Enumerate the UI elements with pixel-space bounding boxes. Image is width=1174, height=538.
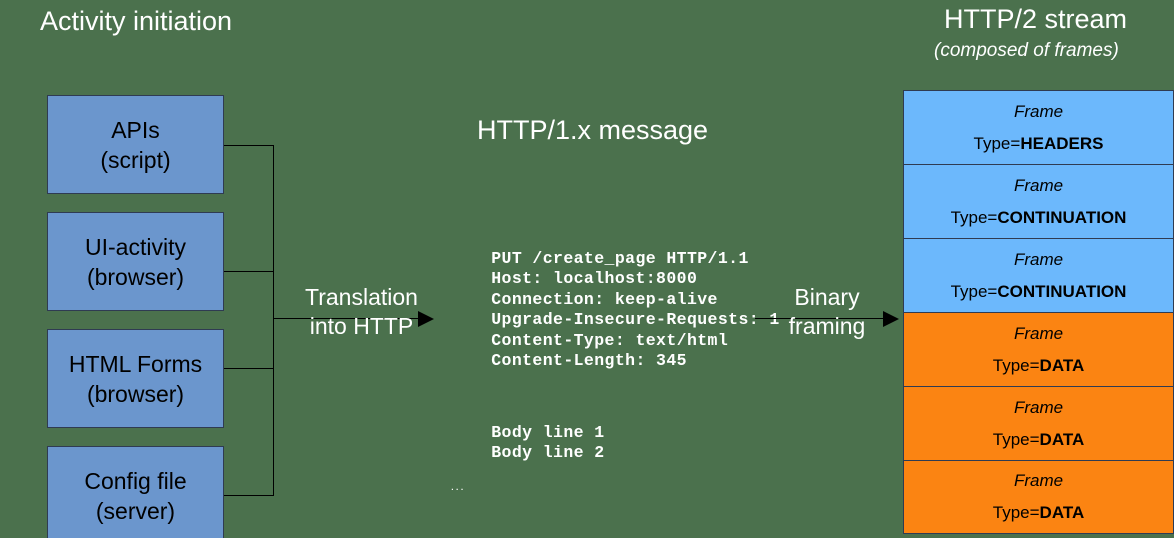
frame-headers-name: Frame [1013, 101, 1064, 121]
frame-headers-type: Type=HEADERS [974, 134, 1104, 154]
source-box-ui-activity[interactable]: UI-activity (browser) [47, 212, 224, 311]
connector-config-file [224, 495, 274, 496]
source-box-html-forms[interactable]: HTML Forms (browser) [47, 329, 224, 428]
source-box-config-file[interactable]: Config file (server) [47, 446, 224, 538]
frame-data-3-type-prefix: Type= [992, 503, 1040, 522]
left-section-title: Activity initiation [40, 6, 233, 36]
right-section-subtitle: (composed of frames) [934, 40, 1119, 61]
frame-data-2-name: Frame [1013, 397, 1064, 417]
frame-data-1-type-value: DATA [1039, 355, 1085, 375]
http-blank-line [450, 392, 780, 402]
center-section-title: HTTP/1.x message [477, 115, 709, 145]
frame-continuation-1-type-prefix: Type= [950, 207, 998, 227]
binary-framing-arrow-label-line1: Binary [794, 284, 860, 310]
frame-headers[interactable]: Frame Type=HEADERS [903, 90, 1174, 164]
frame-continuation-2-name: Frame [1013, 249, 1064, 269]
http2-frame-stack: Frame Type=HEADERS Frame Type=CONTINUATI… [903, 90, 1174, 534]
frame-continuation-2-type-value: CONTINUATION [997, 281, 1127, 301]
http1-message-text: PUT /create_page HTTP/1.1 Host: localhos… [450, 228, 780, 535]
frame-data-3-type: Type=DATA [993, 503, 1085, 523]
frame-continuation-1-type: Type=CONTINUATION [951, 208, 1127, 228]
frame-data-3-name: Frame [1013, 471, 1064, 490]
source-box-apis[interactable]: APIs (script) [47, 95, 224, 194]
frame-data-1-type-prefix: Type= [992, 355, 1040, 375]
source-box-ui-activity-line1: UI-activity [85, 233, 186, 260]
http-line-content-length: Content-Length: 345 [491, 351, 687, 370]
http-body-line-2: Body line 2 [491, 443, 605, 462]
source-box-ui-activity-line2: (browser) [86, 263, 185, 290]
http-line-upgrade: Upgrade-Insecure-Requests: 1 [491, 310, 780, 329]
http-line-request: PUT /create_page HTTP/1.1 [491, 248, 749, 268]
right-section-title: HTTP/2 stream [944, 4, 1128, 34]
translation-arrow-label: Translation into HTTP [289, 283, 434, 341]
frame-data-2-type: Type=DATA [993, 430, 1085, 450]
http-body-ellipsis: ... [450, 484, 465, 493]
frame-continuation-1[interactable]: Frame Type=CONTINUATION [903, 164, 1174, 238]
connector-apis [224, 145, 274, 146]
frame-data-2[interactable]: Frame Type=DATA [903, 386, 1174, 460]
frame-data-2-type-prefix: Type= [992, 429, 1040, 449]
source-box-config-file-line1: Config file [84, 467, 187, 494]
source-box-apis-line1: APIs [111, 116, 160, 143]
http-line-connection: Connection: keep-alive [491, 289, 718, 309]
frame-data-3[interactable]: Frame Type=DATA [903, 460, 1174, 534]
frame-headers-type-prefix: Type= [973, 133, 1021, 153]
frame-data-1[interactable]: Frame Type=DATA [903, 312, 1174, 386]
binary-framing-arrow-label-line2: framing [788, 313, 866, 339]
http-body-line-1: Body line 1 [491, 422, 605, 442]
frame-data-2-type-value: DATA [1039, 429, 1085, 449]
translation-arrow-label-line2: into HTTP [309, 313, 414, 339]
connector-ui-activity [224, 271, 274, 272]
source-box-html-forms-line1: HTML Forms [68, 350, 203, 377]
source-box-html-forms-line2: (browser) [86, 380, 185, 407]
frame-continuation-2-type: Type=CONTINUATION [951, 282, 1127, 302]
frame-continuation-2-type-prefix: Type= [950, 281, 998, 301]
frame-continuation-1-name: Frame [1013, 175, 1064, 195]
frame-data-1-name: Frame [1013, 323, 1064, 343]
translation-arrow-label-line1: Translation [305, 284, 418, 310]
source-box-apis-line2: (script) [100, 146, 171, 173]
connector-bus-vertical [273, 145, 274, 496]
frame-headers-type-value: HEADERS [1020, 133, 1104, 153]
connector-html-forms [224, 368, 274, 369]
frame-continuation-2[interactable]: Frame Type=CONTINUATION [903, 238, 1174, 312]
binary-framing-arrow-label: Binary framing [763, 283, 891, 341]
diagram-canvas: Activity initiation HTTP/1.x message HTT… [0, 0, 1174, 538]
frame-data-3-type-value: DATA [1039, 503, 1085, 522]
http-line-content-type: Content-Type: text/html [491, 330, 729, 350]
http-line-host: Host: localhost:8000 [491, 269, 698, 288]
frame-continuation-1-type-value: CONTINUATION [997, 207, 1127, 227]
source-box-config-file-line2: (server) [95, 497, 176, 524]
frame-data-1-type: Type=DATA [993, 356, 1085, 376]
